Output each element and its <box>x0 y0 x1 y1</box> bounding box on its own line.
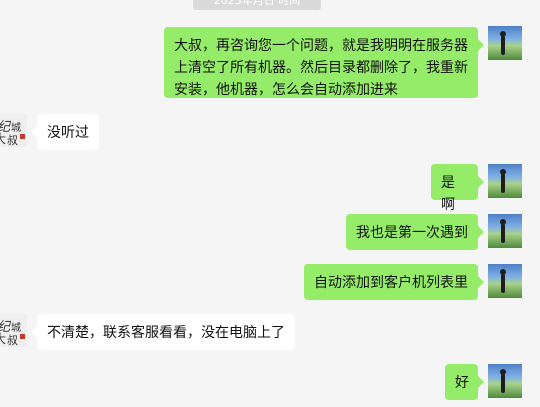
seal-stamp-icon <box>20 134 25 139</box>
person-silhouette-icon <box>500 269 506 293</box>
person-silhouette-icon <box>500 31 506 55</box>
message-bubble-sent[interactable]: 是啊 <box>431 164 484 213</box>
message-bubble-received[interactable]: 不清楚，联系客服看看，没在电脑上了 <box>31 314 295 350</box>
seal-stamp-icon <box>20 334 25 339</box>
user-avatar[interactable] <box>488 264 522 298</box>
message-bubble-received[interactable]: 没听过 <box>31 114 99 150</box>
contact-avatar[interactable]: 纪 城 大 叔 <box>0 313 27 347</box>
user-avatar[interactable] <box>488 214 522 248</box>
person-silhouette-icon <box>500 369 506 393</box>
user-avatar[interactable] <box>488 364 522 398</box>
contact-avatar[interactable]: 纪 城 大 叔 <box>0 113 27 147</box>
message-bubble-sent[interactable]: 大叔，再咨询您一个问题，就是我明明在服务器上清空了所有机器。然后目录都删除了，我… <box>164 27 484 98</box>
chat-timestamp: 2023年月日 时间 <box>193 0 321 10</box>
person-silhouette-icon <box>500 169 506 193</box>
user-avatar[interactable] <box>488 26 522 60</box>
user-avatar[interactable] <box>488 164 522 198</box>
message-bubble-sent[interactable]: 自动添加到客户机列表里 <box>304 264 484 300</box>
message-bubble-sent[interactable]: 我也是第一次遇到 <box>346 214 484 250</box>
person-silhouette-icon <box>500 219 506 243</box>
message-bubble-sent[interactable]: 好 <box>445 364 484 400</box>
